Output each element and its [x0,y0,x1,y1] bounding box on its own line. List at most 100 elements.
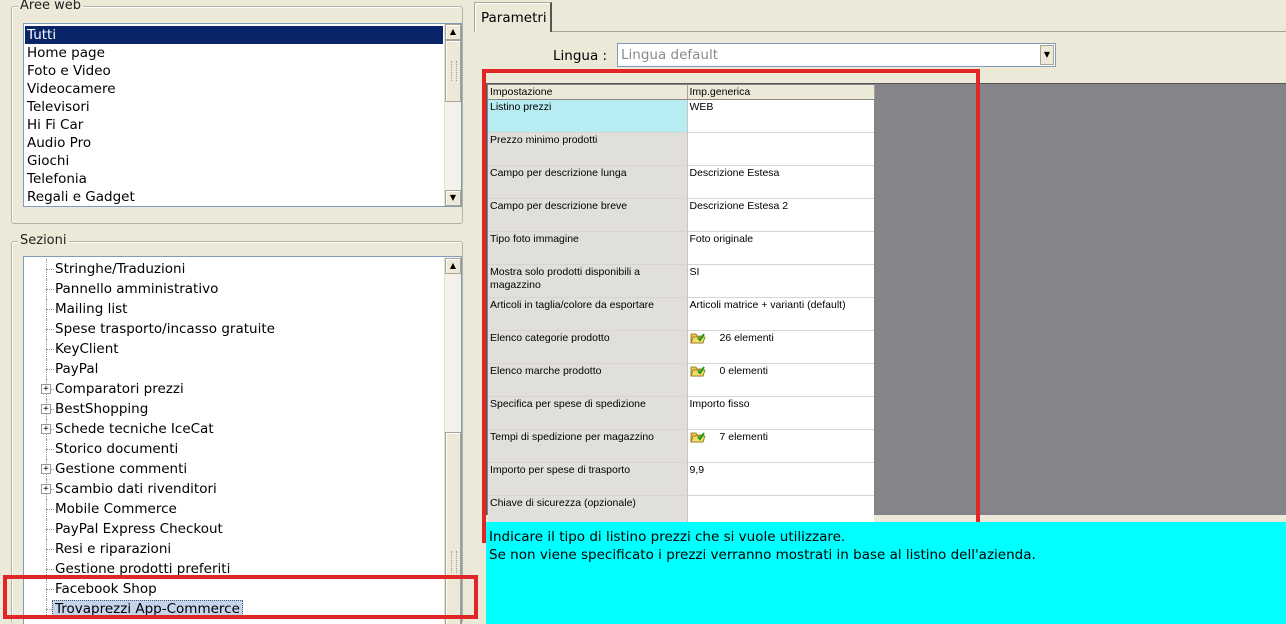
grid-value-cell[interactable]: 7 elementi [687,429,874,463]
aree-web-item[interactable]: Foto e Video [25,62,443,80]
aree-web-item[interactable]: Giochi [25,152,443,170]
grid-row[interactable]: Prezzo minimo prodotti [488,132,874,166]
grid-value-cell[interactable]: Descrizione Estesa [687,165,874,199]
hint-panel: Indicare il tipo di listino prezzi che s… [486,522,1286,624]
grid-row[interactable]: Elenco marche prodotto 0 elementi [488,363,874,397]
sezioni-item[interactable]: Trovaprezzi App-Commerce [24,599,443,619]
sezioni-title: Sezioni [18,233,69,249]
sezioni-item[interactable]: + Schede tecniche IceCat [24,419,443,439]
tree-line [46,349,54,350]
grid-row[interactable]: Tempi di spedizione per magazzino 7 eleme… [488,429,874,463]
tree-line [46,309,54,310]
folder-edit-icon[interactable] [689,364,706,378]
grid-row[interactable]: Campo per descrizione lunga Descrizione E… [488,165,874,199]
grid-header-value[interactable]: Imp.generica [687,85,875,100]
sezioni-item[interactable]: KeyClient [24,339,443,359]
sezioni-item[interactable]: + Scambio dati rivenditori [24,479,443,499]
grid-key-cell: Importo per spese di trasporto [488,462,688,496]
sezioni-item[interactable]: Resi e riparazioni [24,539,443,559]
tree-line [46,549,54,550]
sezioni-tree[interactable]: Stringhe/Traduzioni Pannello amministrati… [23,256,462,624]
sezioni-item[interactable]: PayPal [24,359,443,379]
tree-line [46,329,54,330]
sezioni-item[interactable]: Spese trasporto/incasso gratuite [24,319,443,339]
grid-key-cell: Prezzo minimo prodotti [488,132,688,166]
expand-plus-icon[interactable]: + [41,484,51,494]
aree-web-item[interactable]: Regali e Gadget [25,188,443,206]
grid-value-text: 26 elementi [719,331,774,344]
grid-value-cell[interactable] [687,132,874,166]
grid-value-cell[interactable]: WEB [687,99,874,133]
tree-line [46,289,54,290]
grid-row[interactable]: Articoli in taglia/colore da esportare Ar… [488,297,874,331]
scroll-up-icon[interactable]: ▲ [445,258,461,274]
sezioni-item-label: PayPal Express Checkout [55,521,223,537]
scroll-thumb[interactable] [445,40,461,102]
grid-value-cell[interactable]: SI [687,264,874,298]
sezioni-scrollbar[interactable]: ▲ [444,257,461,624]
grid-value-cell[interactable]: Descrizione Estesa 2 [687,198,874,232]
aree-web-item[interactable]: Tutti [25,26,443,44]
aree-web-item[interactable]: Videocamere [25,80,443,98]
aree-web-item[interactable]: Home page [25,44,443,62]
sezioni-item-label: BestShopping [55,401,149,417]
grid-value-cell[interactable]: 0 elementi [687,363,874,397]
sezioni-item[interactable]: Stringhe/Traduzioni [24,259,443,279]
tree-line [46,449,54,450]
grid-value-cell[interactable]: Articoli matrice + varianti (default) [687,297,874,331]
expand-plus-icon[interactable]: + [41,424,51,434]
tree-line [46,529,54,530]
aree-web-scrollbar[interactable]: ▲ ▼ [444,24,461,206]
parameter-grid: Impostazione Imp.generica Listino prezzi… [488,85,875,529]
grid-row[interactable]: Listino prezzi WEB [488,99,874,133]
grid-header-key[interactable]: Impostazione [488,85,688,100]
tree-line [46,269,54,270]
sezioni-item[interactable]: Facebook Shop [24,579,443,599]
sezioni-item[interactable]: Mailing list [24,299,443,319]
expand-plus-icon[interactable]: + [41,464,51,474]
expand-plus-icon[interactable]: + [41,404,51,414]
grid-value-cell[interactable]: 26 elementi [687,330,874,364]
sezioni-item-label: Gestione commenti [55,461,188,477]
aree-web-group: Aree web Tutti Home page Foto e Video Video… [11,0,463,224]
aree-web-item[interactable]: Telefonia [25,170,443,188]
sezioni-item-label: Storico documenti [55,441,179,457]
sezioni-item[interactable]: + Gestione commenti [24,459,443,479]
sezioni-item[interactable]: + Comparatori prezzi [24,379,443,399]
grid-value-cell[interactable]: Importo fisso [687,396,874,430]
grid-row[interactable]: Importo per spese di trasporto 9,9 [488,462,874,496]
grid-row[interactable]: Mostra solo prodotti disponibili a magaz… [488,264,874,298]
grid-value-cell[interactable]: 9,9 [687,462,874,496]
sezioni-item[interactable]: Storico documenti [24,439,443,459]
sezioni-item[interactable]: Mobile Commerce [24,499,443,519]
scroll-down-icon[interactable]: ▼ [445,190,461,206]
sezioni-items: Stringhe/Traduzioni Pannello amministrati… [24,259,443,619]
grid-row[interactable]: Campo per descrizione breve Descrizione E… [488,198,874,232]
grid-row[interactable]: Elenco categorie prodotto 26 elementi [488,330,874,364]
expand-plus-icon[interactable]: + [41,384,51,394]
sezioni-item[interactable]: + BestShopping [24,399,443,419]
sezioni-item-label: KeyClient [55,341,119,357]
folder-edit-icon[interactable] [689,331,706,345]
scroll-up-icon[interactable]: ▲ [445,24,461,40]
tab-divider [552,31,1286,32]
sezioni-item[interactable]: Pannello amministrativo [24,279,443,299]
sezioni-item-label: Facebook Shop [55,581,157,597]
grid-row[interactable]: Tipo foto immagine Foto originale [488,231,874,265]
tab-parametri[interactable]: Parametri [474,2,552,32]
aree-web-item[interactable]: Audio Pro [25,134,443,152]
folder-edit-icon[interactable] [689,430,706,444]
sezioni-item[interactable]: Gestione prodotti preferiti [24,559,443,579]
aree-web-item[interactable]: Televisori [25,98,443,116]
chevron-down-icon[interactable]: ▼ [1040,45,1054,65]
grid-value-text: Importo fisso [689,397,750,410]
grid-value-cell[interactable]: Foto originale [687,231,874,265]
aree-web-item[interactable]: Hi Fi Car [25,116,443,134]
sezioni-item[interactable]: PayPal Express Checkout [24,519,443,539]
lingua-select[interactable]: Lingua default ▼ [617,43,1056,67]
grid-row[interactable]: Specifica per spese di spedizione Importo… [488,396,874,430]
scroll-thumb[interactable] [445,432,461,624]
tree-line [46,369,54,370]
aree-web-list[interactable]: Tutti Home page Foto e Video Videocamere Tel… [23,23,462,207]
tree-line [46,569,54,570]
